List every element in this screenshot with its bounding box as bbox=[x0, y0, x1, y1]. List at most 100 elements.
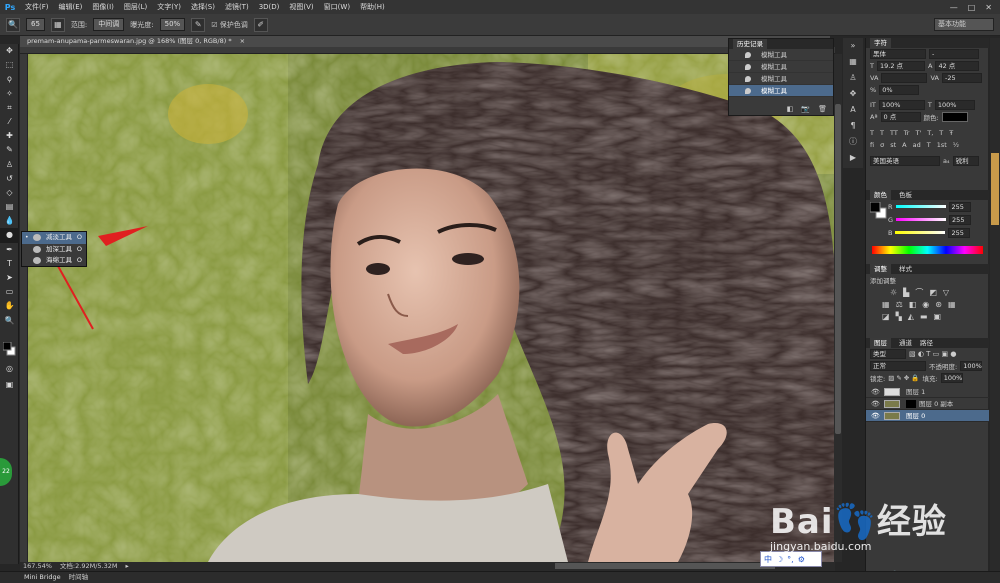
blue-slider[interactable] bbox=[895, 231, 946, 234]
document-close-icon[interactable]: × bbox=[240, 37, 245, 45]
color-tab[interactable]: 颜色 bbox=[870, 190, 891, 200]
lock-icons[interactable]: ▨ ✎ ✥ 🔒 bbox=[888, 374, 919, 382]
minimize-button[interactable]: — bbox=[950, 3, 958, 12]
history-state[interactable]: 模糊工具 bbox=[729, 49, 833, 61]
move-tool-icon[interactable]: ✥ bbox=[0, 44, 19, 58]
leading-input[interactable]: 42 点 bbox=[935, 61, 980, 71]
disc-ligature-button[interactable]: st bbox=[890, 141, 896, 149]
airbrush-icon[interactable]: ✎ bbox=[191, 17, 206, 32]
actions-play-icon[interactable]: ▶ bbox=[843, 150, 863, 166]
crop-tool-icon[interactable]: ⌗ bbox=[0, 101, 19, 115]
swatches-tab[interactable]: 色板 bbox=[899, 190, 912, 200]
text-color-swatch[interactable] bbox=[941, 112, 968, 122]
green-value[interactable]: 255 bbox=[949, 214, 972, 225]
eyedropper-tool-icon[interactable]: ⁄ bbox=[0, 115, 19, 129]
maximize-button[interactable]: □ bbox=[968, 3, 976, 12]
faux-bold-button[interactable]: T bbox=[870, 129, 874, 137]
range-select[interactable]: 中间调 bbox=[93, 18, 125, 31]
color-lookup-icon[interactable]: ▦ bbox=[948, 300, 956, 309]
layer-row-selected[interactable]: 👁 图层 0 bbox=[866, 410, 989, 422]
pressure-icon[interactable]: ✐ bbox=[253, 17, 268, 32]
channels-tab[interactable]: 通道 bbox=[899, 338, 912, 348]
visibility-eye-icon[interactable]: 👁 bbox=[871, 398, 880, 410]
quick-mask-icon[interactable]: ◎ bbox=[0, 362, 19, 376]
camera-icon[interactable]: 📷 bbox=[801, 105, 810, 115]
flyout-dodge-tool[interactable]: • 减淡工具 O bbox=[22, 232, 86, 244]
posterize-icon[interactable]: ▚ bbox=[896, 312, 902, 321]
hue-sat-icon[interactable]: ▦ bbox=[882, 300, 890, 309]
font-style-select[interactable]: - bbox=[929, 49, 979, 59]
zoom-level[interactable]: 167.54% bbox=[23, 562, 52, 571]
status-menu-arrow-icon[interactable]: ▸ bbox=[125, 562, 128, 571]
path-select-tool-icon[interactable]: ➤ bbox=[0, 271, 19, 285]
history-tab[interactable]: 历史记录 bbox=[733, 39, 767, 49]
character-tab[interactable]: 字符 bbox=[870, 38, 891, 48]
brush-size-picker[interactable]: 65 bbox=[26, 18, 45, 31]
menu-select[interactable]: 选择(S) bbox=[186, 2, 220, 12]
brightness-icon[interactable]: ☼ bbox=[890, 288, 897, 297]
blur-tool-icon[interactable]: 💧 bbox=[0, 214, 19, 228]
history-state-selected[interactable]: 模糊工具 bbox=[729, 85, 833, 97]
tsume-input[interactable]: 0% bbox=[879, 85, 920, 95]
brush-panel-icon[interactable]: ▦ bbox=[50, 17, 65, 32]
flyout-sponge-tool[interactable]: 海绵工具 O bbox=[22, 255, 86, 267]
blend-mode-select[interactable]: 正常 bbox=[870, 361, 926, 371]
red-value[interactable]: 255 bbox=[948, 201, 971, 212]
faux-italic-button[interactable]: T bbox=[880, 129, 884, 137]
snapshot-icon[interactable]: ◧ bbox=[787, 105, 794, 115]
trash-icon[interactable]: 🗑 bbox=[818, 105, 827, 115]
settings-gear-icon[interactable]: ⚙ bbox=[798, 555, 805, 564]
zoom-tool-icon[interactable]: 🔍 bbox=[0, 314, 19, 328]
vertical-ruler[interactable] bbox=[20, 54, 27, 562]
titling-button[interactable]: T bbox=[927, 141, 931, 149]
paragraph-panel-icon[interactable]: ¶ bbox=[843, 118, 863, 134]
curves-icon[interactable]: ⌒ bbox=[915, 287, 923, 298]
gradient-map-icon[interactable]: ▬ bbox=[920, 312, 928, 321]
close-button[interactable]: ✕ bbox=[985, 3, 992, 12]
all-caps-button[interactable]: TT bbox=[890, 129, 898, 137]
ligature-button[interactable]: fi bbox=[870, 141, 874, 149]
photo-filter-icon[interactable]: ◉ bbox=[922, 300, 929, 309]
fill-input[interactable]: 100% bbox=[940, 373, 963, 383]
selective-color-icon[interactable]: ▣ bbox=[933, 312, 941, 321]
red-slider[interactable] bbox=[895, 205, 946, 208]
shape-tool-icon[interactable]: ▭ bbox=[0, 285, 19, 299]
tracking-input[interactable]: -25 bbox=[941, 73, 982, 83]
visibility-eye-icon[interactable]: 👁 bbox=[871, 410, 880, 422]
document-tab[interactable]: premam-anupama-parmeswaran.jpg @ 168% (图… bbox=[20, 36, 830, 47]
styles-tab[interactable]: 样式 bbox=[899, 264, 912, 274]
green-slider[interactable] bbox=[896, 218, 947, 221]
levels-icon[interactable]: ▙ bbox=[903, 288, 909, 297]
kerning-input[interactable] bbox=[881, 73, 928, 83]
document-canvas[interactable] bbox=[28, 54, 836, 562]
menu-window[interactable]: 窗口(W) bbox=[319, 2, 355, 12]
menu-view[interactable]: 视图(V) bbox=[284, 2, 318, 12]
menu-filter[interactable]: 滤镜(T) bbox=[220, 2, 254, 12]
type-tool-icon[interactable]: T bbox=[0, 257, 19, 271]
pen-tool-icon[interactable]: ✒ bbox=[0, 243, 19, 257]
opacity-input[interactable]: 100% bbox=[960, 361, 983, 371]
layer-row[interactable]: 👁 图层 0 副本 bbox=[866, 398, 989, 410]
visibility-eye-icon[interactable]: 👁 bbox=[871, 386, 880, 398]
doc-size[interactable]: 文档:2.92M/5.32M bbox=[60, 562, 118, 571]
swash-button[interactable]: A bbox=[902, 141, 906, 149]
color-spectrum[interactable] bbox=[872, 246, 983, 254]
layer-filter-select[interactable]: 类型 bbox=[870, 349, 906, 359]
menu-type[interactable]: 文字(Y) bbox=[152, 2, 186, 12]
menu-layer[interactable]: 图层(L) bbox=[119, 2, 152, 12]
color-swatches[interactable] bbox=[2, 341, 16, 356]
underline-button[interactable]: T bbox=[939, 129, 943, 137]
menu-image[interactable]: 图像(I) bbox=[87, 2, 119, 12]
stylistic-button[interactable]: ad bbox=[913, 141, 921, 149]
vertical-scrollbar[interactable] bbox=[834, 54, 842, 562]
small-caps-button[interactable]: Tr bbox=[904, 129, 910, 137]
subscript-button[interactable]: T, bbox=[927, 129, 933, 137]
ordinals-button[interactable]: 1st bbox=[937, 141, 947, 149]
eraser-tool-icon[interactable]: ◇ bbox=[0, 186, 19, 200]
paths-tab[interactable]: 路径 bbox=[920, 338, 933, 348]
baseline-input[interactable]: 0 点 bbox=[880, 112, 921, 122]
protect-tones-checkbox[interactable]: ☑ 保护色调 bbox=[211, 20, 248, 30]
font-family-select[interactable]: 黑体 bbox=[870, 49, 926, 59]
fg-bg-swatch[interactable] bbox=[870, 202, 890, 222]
layer-row[interactable]: 👁 图层 1 bbox=[866, 386, 989, 398]
